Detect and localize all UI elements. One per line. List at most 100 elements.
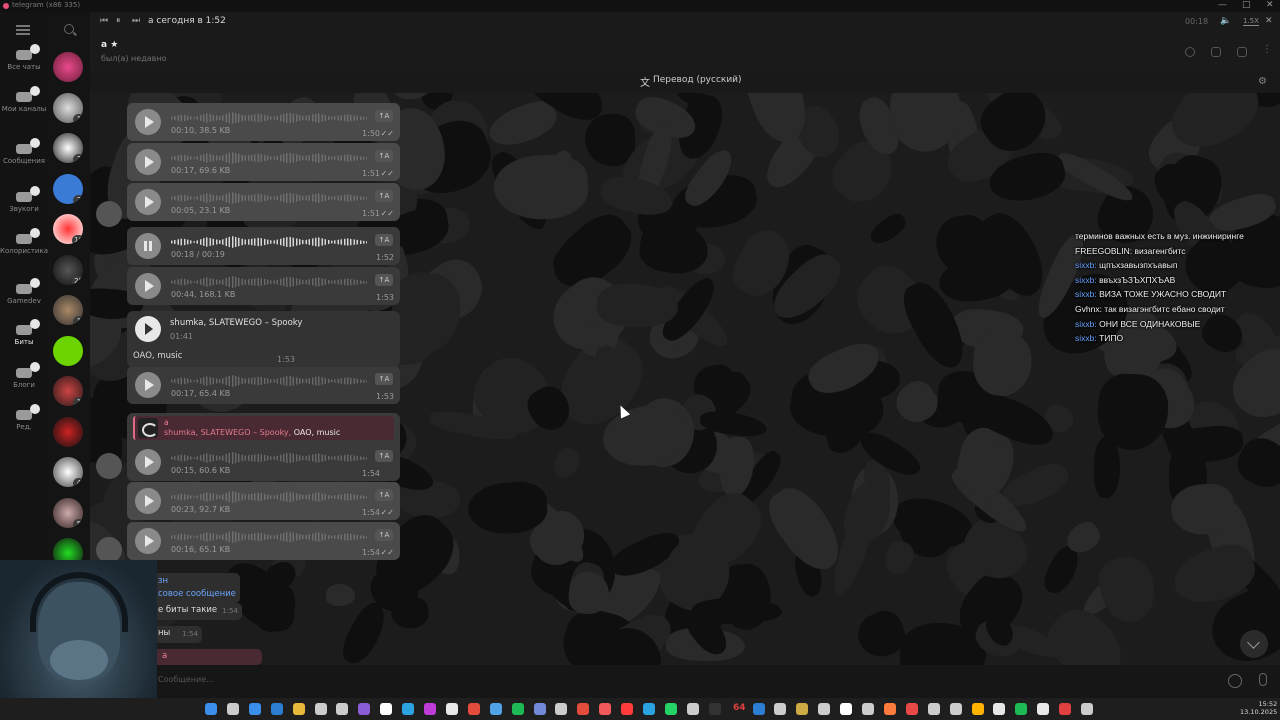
- taskbar-app-icon[interactable]: [905, 703, 918, 715]
- scroll-down-button[interactable]: [1240, 630, 1268, 658]
- sender-avatar[interactable]: [96, 453, 122, 479]
- taskbar-app-icon[interactable]: [927, 703, 940, 715]
- taskbar-app-icon[interactable]: [358, 703, 371, 715]
- microphone-icon[interactable]: [1259, 673, 1267, 686]
- taskbar-app-icon[interactable]: [774, 703, 787, 715]
- folder-1[interactable]: Мои каналы: [0, 86, 48, 114]
- taskbar-app-icon[interactable]: [489, 703, 502, 715]
- chat-avatar[interactable]: 28: [53, 254, 83, 285]
- player-title[interactable]: а сегодня в 1:52: [148, 16, 226, 26]
- taskbar-app-icon[interactable]: [686, 703, 699, 715]
- transcribe-button[interactable]: ↑A: [375, 190, 393, 202]
- phone-icon[interactable]: [1211, 47, 1221, 57]
- reply-quote[interactable]: а shumka, SLATEWEGO – Spooky, OAO, music: [133, 416, 394, 440]
- taskbar-app-icon[interactable]: [270, 703, 283, 715]
- folder-3[interactable]: Звукоги: [0, 186, 48, 214]
- taskbar-app-icon[interactable]: [445, 703, 458, 715]
- voice-message[interactable]: 00:10, 38.5 KB ↑A 1:50 ✓✓: [127, 103, 400, 141]
- taskbar-app-icon[interactable]: [314, 703, 327, 715]
- emoji-icon[interactable]: [1228, 674, 1242, 688]
- taskbar-app-icon[interactable]: [796, 703, 809, 715]
- playback-speed-button[interactable]: 1.5X: [1243, 17, 1259, 26]
- translate-bar[interactable]: 文 Перевод (русский) ⚙: [90, 70, 1280, 93]
- taskbar-app-icon[interactable]: [511, 703, 524, 715]
- more-icon[interactable]: ⋮: [1262, 44, 1272, 55]
- peer-name[interactable]: а ★: [101, 40, 118, 50]
- message-bubble[interactable]: е биты такие 1:54: [152, 603, 242, 620]
- chat-avatar[interactable]: 5: [53, 497, 83, 528]
- folder-0[interactable]: Все чаты: [0, 44, 48, 72]
- play-icon[interactable]: [135, 189, 161, 215]
- message-bubble[interactable]: зн совое сообщение: [152, 573, 240, 603]
- folder-4[interactable]: Колористика: [0, 228, 48, 256]
- waveform[interactable]: [171, 192, 367, 204]
- translate-label[interactable]: Перевод (русский): [653, 75, 742, 85]
- chat-avatar[interactable]: 10: [53, 214, 83, 244]
- taskbar-app-icon[interactable]: [1037, 703, 1050, 715]
- taskbar-counter[interactable]: 64: [733, 703, 746, 713]
- transcribe-button[interactable]: ↑A: [375, 274, 393, 286]
- taskbar-app-icon[interactable]: [643, 703, 655, 715]
- waveform[interactable]: [171, 375, 367, 387]
- taskbar-app-icon[interactable]: [226, 703, 239, 715]
- voice-message[interactable]: 00:18 / 00:19 ↑A 1:52: [127, 227, 400, 265]
- chat-avatar[interactable]: 1: [53, 295, 83, 325]
- chat-avatar[interactable]: [53, 52, 83, 82]
- close-icon[interactable]: ✕: [1266, 0, 1274, 10]
- taskbar-app-icon[interactable]: [664, 703, 677, 715]
- folder-6[interactable]: Биты: [0, 319, 48, 347]
- taskbar-app-icon[interactable]: [840, 703, 853, 715]
- play-icon[interactable]: [135, 109, 161, 135]
- close-player-icon[interactable]: ✕: [1265, 16, 1273, 26]
- taskbar-app-icon[interactable]: [993, 703, 1006, 715]
- taskbar-app-icon[interactable]: [292, 703, 305, 715]
- play-icon[interactable]: [135, 149, 161, 175]
- taskbar-app-icon[interactable]: [971, 703, 984, 715]
- folder-5[interactable]: Gamedev: [0, 278, 48, 306]
- taskbar-app-icon[interactable]: [818, 703, 831, 715]
- taskbar-clock[interactable]: 15:52 13.10.2025: [1240, 700, 1277, 716]
- sender-avatar[interactable]: [96, 201, 122, 227]
- taskbar-app-icon[interactable]: [577, 703, 590, 715]
- taskbar-app-icon[interactable]: [336, 703, 349, 715]
- voice-message[interactable]: 00:17, 65.4 KB ↑A 1:53: [127, 366, 400, 404]
- taskbar-app-icon[interactable]: [883, 703, 896, 715]
- taskbar-app-icon[interactable]: [1081, 703, 1093, 715]
- transcribe-button[interactable]: ↑A: [375, 450, 393, 462]
- voice-message[interactable]: 00:16, 65.1 KB ↑A 1:54 ✓✓: [127, 522, 400, 560]
- folder-2[interactable]: Сообщения: [0, 138, 48, 166]
- waveform[interactable]: [171, 452, 367, 464]
- waveform[interactable]: [171, 491, 367, 503]
- taskbar-app-icon[interactable]: [533, 703, 546, 715]
- taskbar-app-icon[interactable]: [599, 703, 612, 715]
- taskbar-app-icon[interactable]: [402, 703, 415, 715]
- voice-message[interactable]: 00:17, 69.6 KB ↑A 1:51 ✓✓: [127, 143, 400, 181]
- search-icon[interactable]: [64, 24, 74, 34]
- waveform[interactable]: [171, 276, 367, 288]
- voice-message[interactable]: 00:44, 168.1 KB ↑A 1:53: [127, 267, 400, 305]
- waveform[interactable]: [171, 112, 367, 124]
- taskbar-app-icon[interactable]: [380, 703, 393, 715]
- transcribe-button[interactable]: ↑A: [375, 234, 393, 246]
- volume-icon[interactable]: 🔈: [1220, 16, 1231, 26]
- folder-7[interactable]: Блоги: [0, 362, 48, 390]
- taskbar-app-icon[interactable]: [862, 703, 874, 715]
- chat-avatar[interactable]: 2: [53, 173, 83, 204]
- transcribe-button[interactable]: ↑A: [375, 110, 393, 122]
- music-message[interactable]: shumka, SLATEWEGO – Spooky 01:41 OAO, mu…: [127, 311, 400, 367]
- maximize-icon[interactable]: □: [1242, 0, 1251, 10]
- waveform[interactable]: [171, 531, 367, 543]
- message-bubble[interactable]: а: [152, 649, 262, 665]
- taskbar-app-icon[interactable]: [555, 703, 568, 715]
- taskbar-app-icon[interactable]: [248, 703, 261, 715]
- transcribe-button[interactable]: ↑A: [375, 529, 393, 541]
- transcribe-button[interactable]: ↑A: [375, 150, 393, 162]
- folder-8[interactable]: Ред.: [0, 404, 48, 432]
- minimize-icon[interactable]: —: [1218, 0, 1227, 10]
- taskbar-app-icon[interactable]: [752, 703, 765, 715]
- taskbar-app-icon[interactable]: [205, 703, 217, 715]
- message-bubble[interactable]: ны 1:54: [152, 626, 202, 643]
- pause-icon[interactable]: ⏸: [116, 16, 121, 26]
- compose-bar[interactable]: Сообщение...: [90, 665, 1280, 698]
- play-icon[interactable]: [135, 449, 161, 475]
